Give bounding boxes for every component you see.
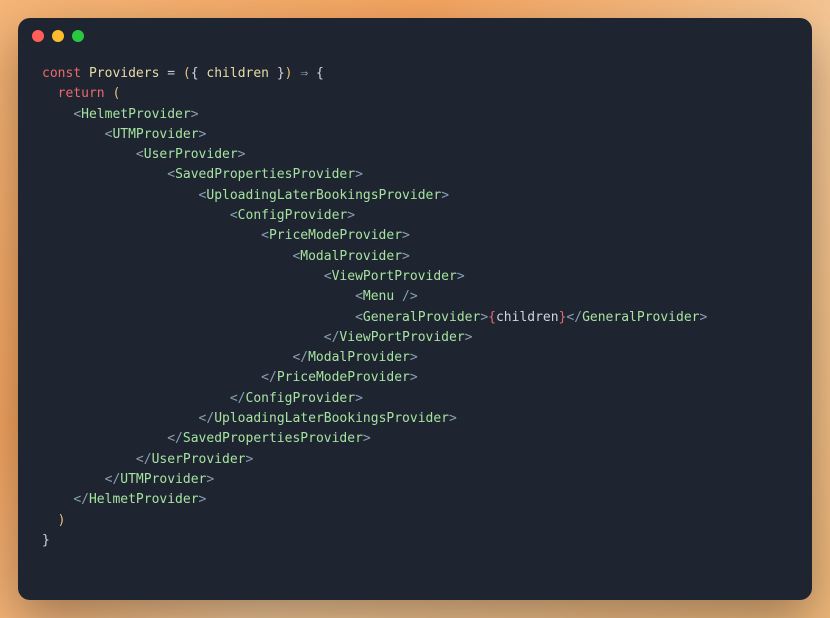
maximize-icon[interactable] xyxy=(72,30,84,42)
code-editor[interactable]: const Providers = ({ children }) ⇒ { ret… xyxy=(18,54,812,600)
window-titlebar xyxy=(18,18,812,54)
minimize-icon[interactable] xyxy=(52,30,64,42)
close-icon[interactable] xyxy=(32,30,44,42)
code-content: const Providers = ({ children }) ⇒ { ret… xyxy=(42,64,788,551)
code-window: const Providers = ({ children }) ⇒ { ret… xyxy=(18,18,812,600)
